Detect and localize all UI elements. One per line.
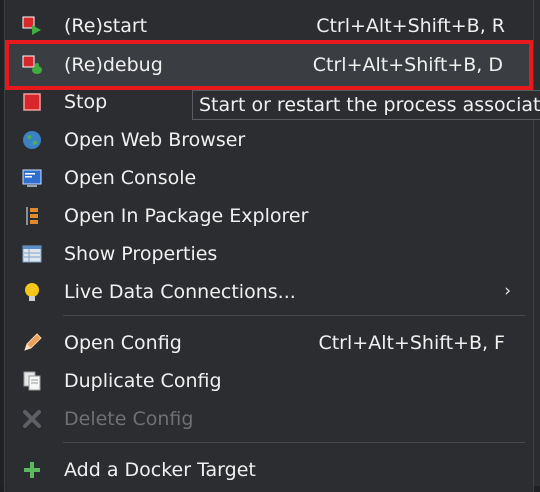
menu-item-delete-config[interactable]: Delete Config [11, 401, 525, 437]
menu-item-label: Live Data Connections... [64, 281, 296, 303]
pencil-icon [21, 332, 43, 354]
menu-item-label: Open Config [64, 332, 182, 354]
submenu-arrow-icon: › [504, 281, 511, 301]
menu-item-label: (Re)start [64, 15, 148, 37]
menu-item-label: Show Properties [64, 243, 218, 265]
menu-separator [63, 442, 525, 443]
stop-icon [21, 91, 43, 113]
menu-separator [63, 315, 525, 316]
menu-item-duplicate-config[interactable]: Duplicate Config [11, 363, 525, 399]
console-icon [21, 167, 43, 189]
add-icon [21, 459, 43, 481]
restart-icon [21, 15, 43, 37]
duplicate-icon [21, 370, 43, 392]
tooltip: Start or restart the process associated [192, 90, 540, 120]
menu-item-show-properties[interactable]: Show Properties [11, 236, 525, 272]
menu-item-label: Stop [64, 91, 108, 113]
menu-item-open-in-package-explorer[interactable]: Open In Package Explorer [11, 198, 525, 234]
menu-item-label: Delete Config [64, 408, 194, 430]
lightbulb-icon [21, 281, 43, 303]
menu-item-restart[interactable]: (Re)start Ctrl+Alt+Shift+B, R [11, 8, 525, 44]
globe-icon [21, 129, 43, 151]
menu-item-label: Open Web Browser [64, 129, 246, 151]
menu-item-open-web-browser[interactable]: Open Web Browser [11, 122, 525, 158]
context-menu: (Re)start Ctrl+Alt+Shift+B, R (Re)debug … [4, 0, 534, 492]
menu-item-open-config[interactable]: Open Config Ctrl+Alt+Shift+B, F [11, 325, 525, 361]
menu-item-label: (Re)debug [64, 54, 163, 76]
package-explorer-icon [21, 205, 43, 227]
delete-icon [21, 408, 43, 430]
menu-item-live-data-connections[interactable]: Live Data Connections... › [11, 274, 525, 310]
menu-item-label: Add a Docker Target [64, 459, 256, 481]
menu-item-label: Duplicate Config [64, 370, 222, 392]
shortcut-label: Ctrl+Alt+Shift+B, R [316, 15, 505, 37]
menu-item-label: Open In Package Explorer [64, 205, 309, 227]
debug-icon [21, 54, 43, 76]
shortcut-label: Ctrl+Alt+Shift+B, D [312, 54, 503, 76]
menu-item-open-console[interactable]: Open Console [11, 160, 525, 196]
properties-icon [21, 243, 43, 265]
menu-item-label: Open Console [64, 167, 197, 189]
shortcut-label: Ctrl+Alt+Shift+B, F [318, 332, 505, 354]
menu-item-add-docker-target[interactable]: Add a Docker Target [11, 452, 525, 488]
menu-item-redebug[interactable]: (Re)debug Ctrl+Alt+Shift+B, D [5, 40, 533, 90]
